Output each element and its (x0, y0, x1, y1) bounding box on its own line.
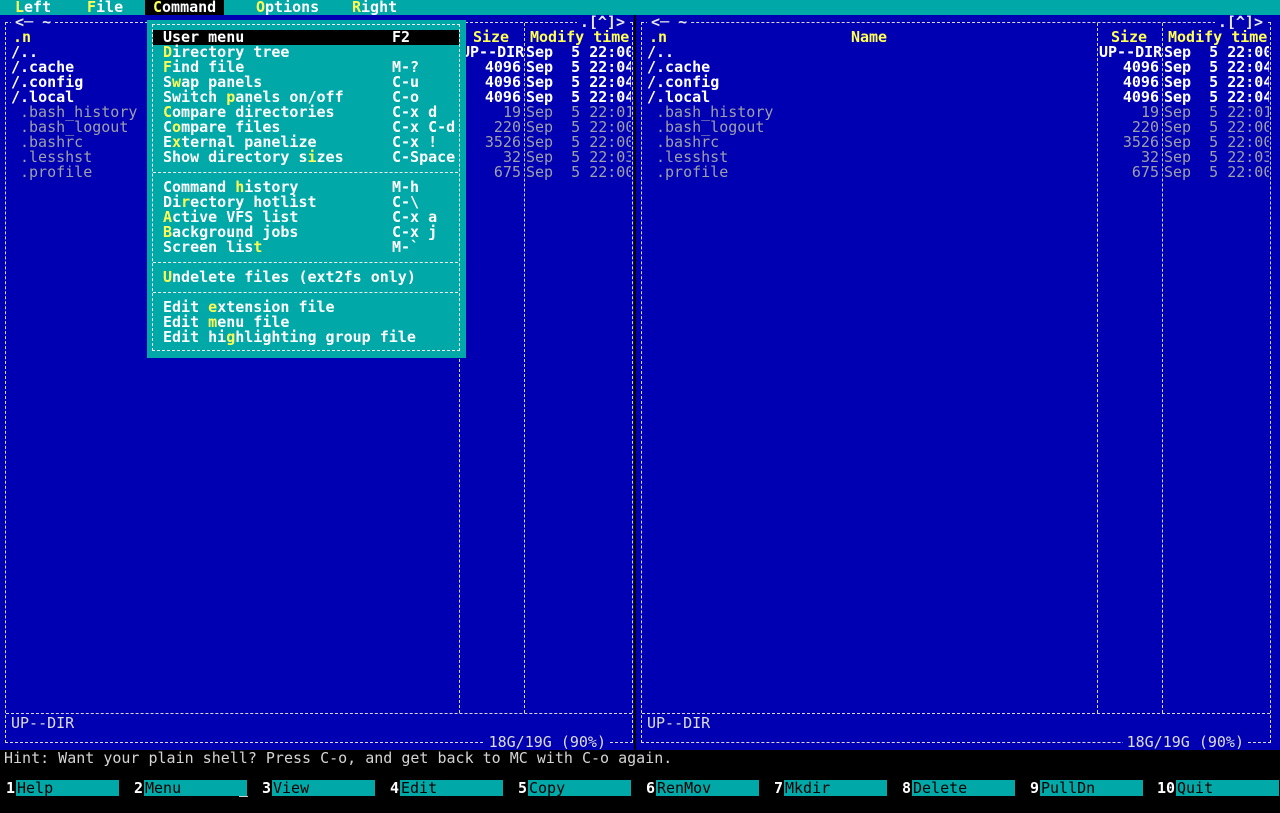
left-panel-corner-controls[interactable]: .[^]> (576, 15, 628, 30)
menu-item-shortcut: C-Space (392, 148, 456, 166)
hint-line: Hint: Want your plain shell? Press C-o, … (4, 749, 673, 767)
fkey-button-quit[interactable]: Quit (1176, 780, 1279, 796)
file-name: .profile (20, 163, 93, 181)
file-mtime: Sep 5 22:04 (526, 75, 631, 90)
fkey-number: 1 (5, 779, 15, 797)
file-mtime: Sep 5 22:00 (526, 120, 631, 135)
menu-item-hotkey: i (307, 148, 317, 166)
file-size: 675 (493, 163, 521, 181)
file-mtime: Sep 5 22:04 (1164, 75, 1269, 90)
menubar-item-file[interactable]: File (87, 0, 123, 15)
fkey-button-renmov[interactable]: RenMov (656, 780, 759, 796)
menu-item-screen-list[interactable]: Screen list (163, 240, 262, 255)
file-name: .profile (656, 163, 729, 181)
file-mtime: Sep 5 22:04 (1164, 90, 1269, 105)
right-ministatus-separator (642, 713, 1270, 714)
menu-item-hotkey: g (226, 328, 236, 346)
right-panel-corner-controls[interactable]: .[^]> (1214, 15, 1266, 30)
file-mtime: Sep 5 22:03 (1164, 150, 1269, 165)
menu-item-show-directory-sizes[interactable]: Show directory sizes (163, 150, 344, 165)
left-ministatus-separator (6, 713, 632, 714)
file-mtime: Sep 5 22:04 (526, 60, 631, 75)
file-mtime: Sep 5 22:00 (1164, 120, 1269, 135)
fkey-number: 2 (133, 779, 143, 797)
menu-item-pre: Edit hi (163, 328, 227, 346)
right-file-row-bashrc[interactable]: .bashrc 3526 Sep 5 22:00 (642, 135, 1270, 150)
fkey-button-menu[interactable]: Menu (144, 780, 247, 796)
right-file-row-bash-logout[interactable]: .bash_logout 220 Sep 5 22:00 (642, 120, 1270, 135)
menu-item-undelete-files-ext2fs-only[interactable]: Undelete files (ext2fs only) (163, 270, 416, 285)
file-size: 675 (1131, 163, 1159, 181)
function-key-bar: 1 Help 2 Menu 3 View 4 Edit 5 Copy 6 RenMov 7 Mkdir 8 D… (0, 780, 1280, 796)
fkey-number: 10 (1156, 779, 1175, 797)
fkey-button-copy[interactable]: Copy (528, 780, 631, 796)
menubar-item-left[interactable]: Left (15, 0, 51, 15)
right-file-row-[interactable]: /.. UP--DIR Sep 5 22:00 (642, 45, 1270, 60)
menubar-item-post: ommand (162, 0, 217, 16)
menu-item-post: zes (316, 148, 344, 166)
file-mtime: Sep 5 22:01 (1164, 105, 1269, 120)
fkey-button-help[interactable]: Help (16, 780, 119, 796)
mc-screen: Hint: Want your plain shell? Press C-o, … (0, 0, 1280, 800)
menu-item-hotkey: t (253, 238, 263, 256)
left-ministatus: UP--DIR (11, 714, 75, 732)
fkey-button-view[interactable]: View (272, 780, 375, 796)
left-free-space: 18G/19G (90%) (484, 735, 610, 750)
menu-item-hotkey: U (163, 268, 173, 286)
fkey-number: 4 (389, 779, 399, 797)
menubar-item-hotkey: O (256, 0, 266, 16)
menubar-item-post: ile (96, 0, 124, 16)
fkey-button-pulldn[interactable]: PullDn (1040, 780, 1143, 796)
menubar-item-post: ight (361, 0, 398, 16)
right-file-row-lesshst[interactable]: .lesshst 32 Sep 5 22:03 (642, 150, 1270, 165)
left-column-header-mtime[interactable]: Modify time (530, 30, 630, 45)
menu-item-pre: Screen lis (163, 238, 254, 256)
menu-item-pre: Show directory s (163, 148, 308, 166)
right-file-row-config[interactable]: /.config 4096 Sep 5 22:04 (642, 75, 1270, 90)
fkey-button-delete[interactable]: Delete (912, 780, 1015, 796)
file-mtime: Sep 5 22:00 (526, 135, 631, 150)
fkey-number: 9 (1029, 779, 1039, 797)
menubar-item-hotkey: R (352, 0, 362, 16)
file-mtime: Sep 5 22:00 (526, 45, 631, 60)
right-column-header-name[interactable]: Name (809, 30, 929, 45)
menu-item-edit-highlighting-group-file[interactable]: Edit highlighting group file (163, 330, 416, 345)
menubar-item-post: ptions (265, 0, 320, 16)
menubar-item-command[interactable]: Command (153, 0, 216, 15)
menubar-item-hotkey: L (15, 0, 25, 16)
file-mtime: Sep 5 22:04 (526, 90, 631, 105)
file-mtime: Sep 5 22:01 (526, 105, 631, 120)
file-mtime: Sep 5 22:03 (526, 150, 631, 165)
right-column-header-mtime[interactable]: Modify time (1168, 30, 1268, 45)
menubar-item-hotkey: C (153, 0, 163, 16)
menubar-item-post: eft (24, 0, 52, 16)
fkey-number: 7 (773, 779, 783, 797)
fkey-number: 8 (901, 779, 911, 797)
menu-group-separator (153, 172, 458, 173)
right-file-row-profile[interactable]: .profile 675 Sep 5 22:00 (642, 165, 1270, 180)
menubar-item-right[interactable]: Right (352, 0, 397, 15)
fkey-number: 6 (645, 779, 655, 797)
fkey-button-mkdir[interactable]: Mkdir (784, 780, 887, 796)
menu-item-shortcut: F2 (392, 28, 411, 46)
right-ministatus: UP--DIR (647, 714, 711, 732)
menu-item-shortcut: M-` (392, 238, 420, 256)
right-file-row-cache[interactable]: /.cache 4096 Sep 5 22:04 (642, 60, 1270, 75)
file-mtime: Sep 5 22:00 (1164, 165, 1269, 180)
menu-item-post: ndelete files (ext2fs only) (172, 268, 416, 286)
fkey-number: 5 (517, 779, 527, 797)
file-mtime: Sep 5 22:04 (1164, 60, 1269, 75)
fkey-number: 3 (261, 779, 271, 797)
fkey-button-edit[interactable]: Edit (400, 780, 503, 796)
menubar-item-options[interactable]: Options (256, 0, 319, 15)
right-free-space: 18G/19G (90%) (1122, 735, 1248, 750)
file-mtime: Sep 5 22:00 (1164, 45, 1269, 60)
menu-item-post: hlighting group file (235, 328, 416, 346)
menu-group-separator (153, 292, 458, 293)
file-mtime: Sep 5 22:00 (526, 165, 631, 180)
file-mtime: Sep 5 22:00 (1164, 135, 1269, 150)
menubar-item-hotkey: F (87, 0, 97, 16)
menu-group-separator (153, 262, 458, 263)
